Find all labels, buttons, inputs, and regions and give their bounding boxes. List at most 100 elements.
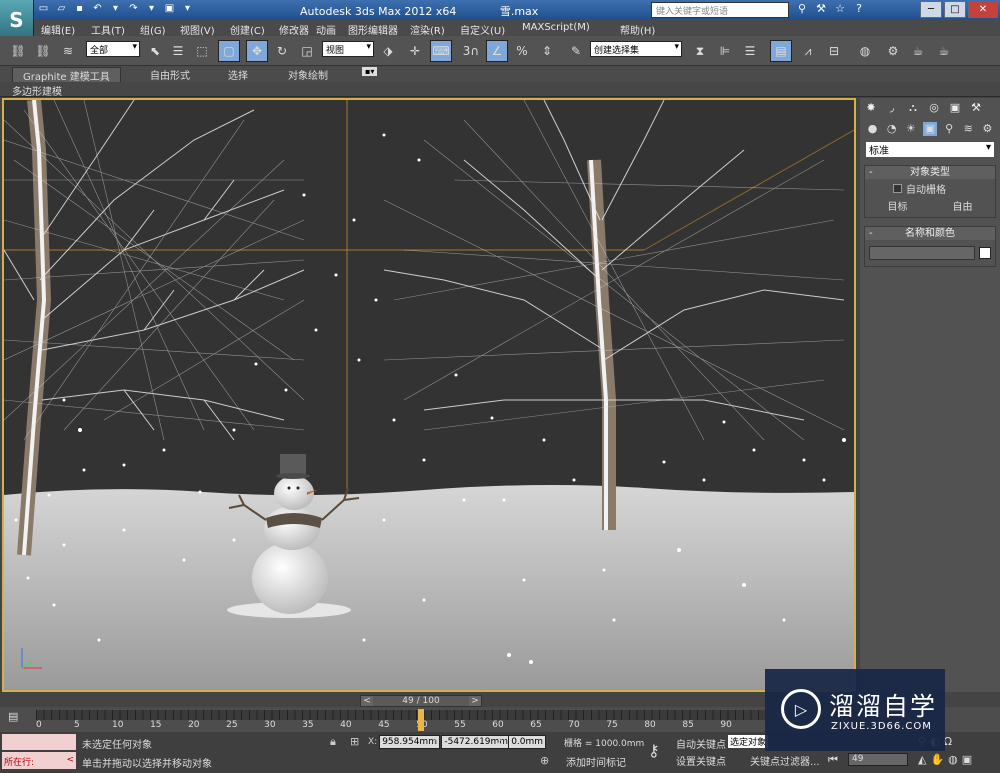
current-frame-field[interactable]: 49 [848, 753, 908, 766]
spacewarps-icon[interactable]: ≋ [962, 122, 975, 136]
menu-customize[interactable]: 自定义(U) [460, 20, 522, 37]
help-icon[interactable]: ? [852, 2, 866, 15]
maximize-viewport-icon[interactable]: ▣ [962, 753, 972, 766]
new-file-icon[interactable]: ▭ [36, 2, 51, 16]
maximize-button[interactable]: □ [944, 1, 966, 18]
lights-icon[interactable]: ☀ [904, 122, 917, 136]
pivot-center-icon[interactable]: ⬗ [378, 40, 398, 62]
menu-tools[interactable]: 工具(T) [91, 20, 140, 37]
minimize-button[interactable]: ─ [920, 1, 942, 18]
selected-set-select[interactable]: 选定对象 [728, 735, 768, 748]
project-folder-icon[interactable]: ▣ [162, 2, 177, 16]
rendered-frame-icon[interactable]: ☕ [908, 40, 928, 62]
set-key-icon[interactable]: ⚷ [648, 741, 660, 760]
link-icon[interactable]: ⛓ [8, 40, 28, 62]
category-select[interactable]: 标准 [866, 142, 994, 157]
auto-key-button[interactable]: 自动关键点 [676, 736, 726, 751]
free-camera-button[interactable]: 自由 [953, 198, 973, 213]
menu-edit[interactable]: 编辑(E) [41, 20, 91, 37]
perspective-viewport[interactable] [2, 98, 856, 692]
favorites-star-icon[interactable]: ☆ [833, 2, 847, 15]
menu-modifiers[interactable]: 修改器 [279, 20, 316, 37]
edit-named-selection-icon[interactable]: ✎ [566, 40, 586, 62]
reference-coord-select[interactable]: 视图 [322, 41, 374, 57]
current-frame-marker[interactable] [418, 709, 424, 731]
object-type-header[interactable]: - 对象类型 [865, 166, 995, 179]
shapes-icon[interactable]: ◔ [885, 122, 898, 136]
object-name-field[interactable] [869, 246, 975, 260]
lock-selection-icon[interactable]: 🔒︎ [330, 735, 336, 749]
cameras-icon[interactable]: ▣ [923, 122, 937, 136]
select-scale-icon[interactable]: ◲ [297, 40, 317, 62]
bind-space-warp-icon[interactable]: ≋ [58, 40, 78, 62]
select-move-icon[interactable]: ✥ [246, 40, 268, 62]
select-object-icon[interactable]: ⬉ [145, 40, 165, 62]
tab-object-paint[interactable]: 对象绘制 [288, 67, 328, 82]
ribbon-options-icon[interactable]: ▪▾ [362, 67, 378, 76]
select-by-name-icon[interactable]: ☰ [168, 40, 188, 62]
binoculars-icon[interactable]: ⚲ [795, 2, 809, 15]
motion-tab-icon[interactable]: ◎ [927, 101, 941, 115]
spinner-snap-icon[interactable]: ⇕ [537, 40, 557, 62]
x-coord[interactable]: X: 958.954mm [368, 735, 440, 749]
goto-start-icon[interactable]: ⏮ [828, 753, 838, 767]
menu-rendering[interactable]: 渲染(R) [410, 20, 460, 37]
align-icon[interactable]: ⊫ [715, 40, 735, 62]
undo-dropdown-icon[interactable]: ▾ [108, 2, 123, 16]
search-input[interactable]: 键入关键字或短语 [651, 2, 789, 18]
select-manipulate-icon[interactable]: ✛ [405, 40, 425, 62]
app-logo-button[interactable]: S [0, 0, 34, 40]
layer-manager-icon[interactable]: ☰ [740, 40, 760, 62]
select-rotate-icon[interactable]: ↻ [272, 40, 292, 62]
field-of-view-icon[interactable]: ◭ [918, 753, 926, 766]
redo-icon[interactable]: ↷ [126, 2, 141, 16]
menu-help[interactable]: 帮助(H) [620, 20, 670, 37]
create-tab-icon[interactable]: ✸ [864, 101, 878, 115]
qa-customize-icon[interactable]: ▾ [180, 2, 195, 16]
display-tab-icon[interactable]: ▣ [948, 101, 962, 115]
render-setup-icon[interactable]: ⚙ [883, 40, 903, 62]
target-camera-button[interactable]: 目标 [888, 198, 908, 213]
angle-snap-icon[interactable]: ∠ [486, 40, 508, 62]
mirror-icon[interactable]: ⧗ [690, 40, 710, 62]
systems-icon[interactable]: ⚙ [981, 122, 994, 136]
tab-freeform[interactable]: 自由形式 [150, 67, 190, 82]
z-coord[interactable]: Z: 0.0mm [497, 735, 547, 749]
schematic-view-icon[interactable]: ⊟ [824, 40, 844, 62]
percent-snap-icon[interactable]: % [512, 40, 532, 62]
utilities-tab-icon[interactable]: ⚒ [969, 101, 983, 115]
graphite-toggle-icon[interactable]: ▤ [770, 40, 792, 62]
save-icon[interactable]: ▪ [72, 2, 87, 16]
pan-icon[interactable]: ✋ [930, 753, 944, 766]
absolute-mode-icon[interactable]: ⊞ [350, 735, 359, 748]
unlink-icon[interactable]: ⛓ [33, 40, 53, 62]
time-slider[interactable]: < 49 / 100 > [360, 695, 482, 707]
menu-graph-editors[interactable]: 图形编辑器 [348, 20, 410, 37]
close-button[interactable]: ✕ [968, 1, 998, 18]
add-time-tag[interactable]: 添加时间标记 [566, 754, 626, 769]
curve-editor-icon[interactable]: ⩘ [798, 40, 818, 62]
named-selection-select[interactable]: 创建选择集 [590, 41, 682, 57]
arc-rotate-icon[interactable]: ◍ [948, 753, 958, 766]
geometry-icon[interactable]: ● [866, 122, 879, 136]
render-production-icon[interactable]: ☕ [934, 40, 954, 62]
modify-tab-icon[interactable]: ◞ [885, 101, 899, 115]
rect-selection-icon[interactable]: ⬚ [192, 40, 212, 62]
keyboard-shortcut-override-icon[interactable]: ⌨ [430, 40, 452, 62]
menu-maxscript[interactable]: MAXScript(M) [522, 20, 620, 36]
open-file-icon[interactable]: ▱ [54, 2, 69, 16]
menu-views[interactable]: 视图(V) [180, 20, 230, 37]
menu-create[interactable]: 创建(C) [230, 20, 279, 37]
autogrid-checkbox[interactable]: 自动栅格 [865, 179, 995, 196]
maxscript-listener-mini[interactable] [2, 734, 76, 750]
subscription-icon[interactable]: ⚒ [814, 2, 828, 15]
timeline-ruler[interactable] [36, 710, 766, 720]
set-key-button[interactable]: 设置关键点 [676, 753, 726, 768]
undo-icon[interactable]: ↶ [90, 2, 105, 16]
key-filters-button[interactable]: 关键点过滤器... [750, 753, 820, 768]
snaps-toggle-icon[interactable]: 3 ∩ [460, 40, 482, 62]
track-bar-toggle-icon[interactable]: ▤ [8, 710, 18, 723]
name-color-header[interactable]: - 名称和颜色 [865, 227, 995, 240]
selection-filter-select[interactable]: 全部 [86, 41, 140, 57]
helpers-icon[interactable]: ⚲ [943, 122, 956, 136]
